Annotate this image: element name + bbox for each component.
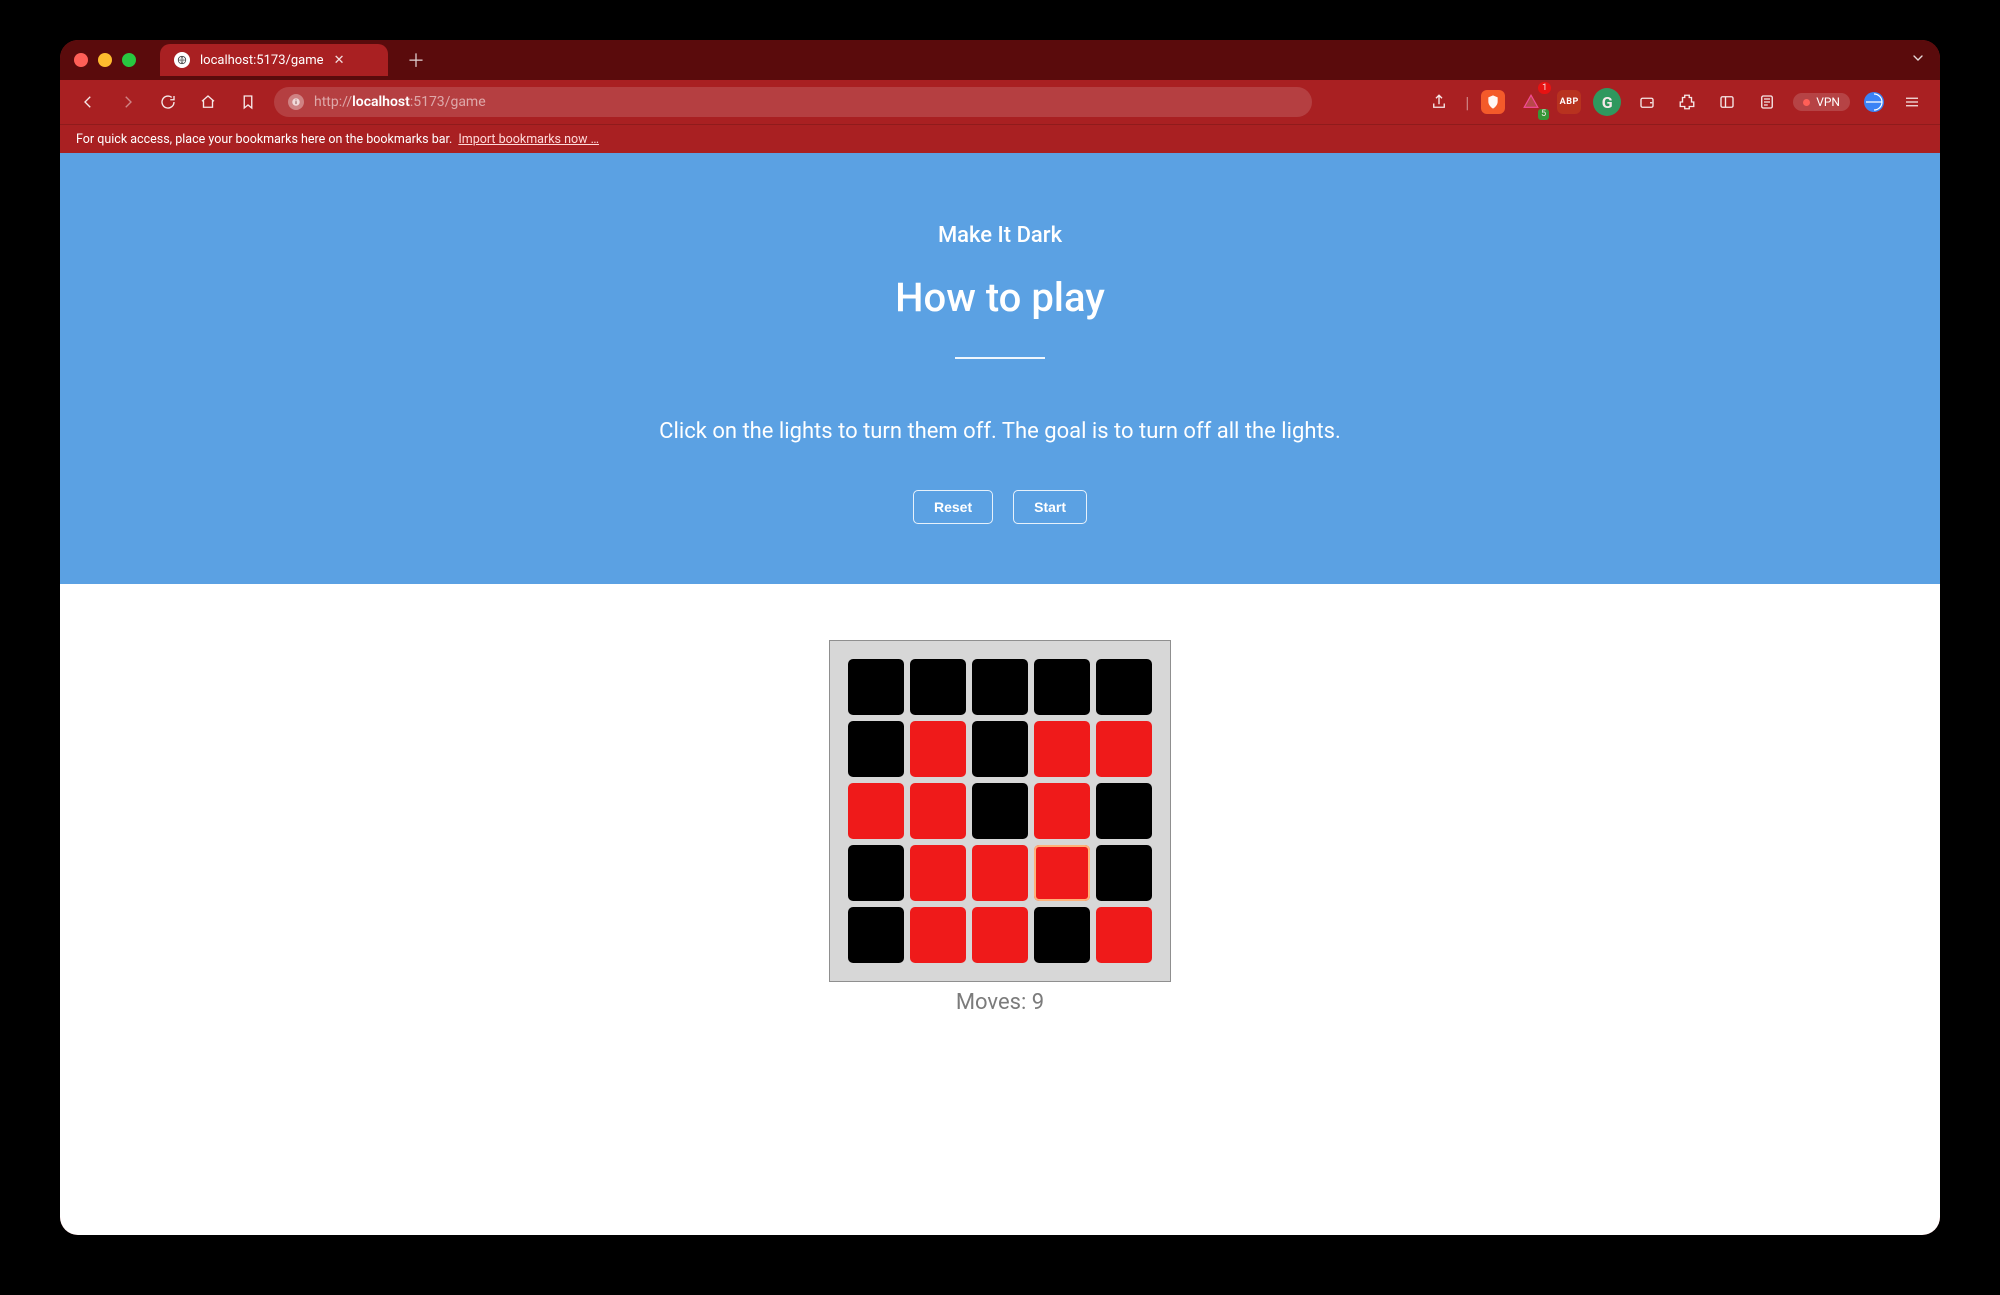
- cell-0-3[interactable]: [1034, 659, 1090, 715]
- forward-button[interactable]: [114, 88, 142, 116]
- minimize-window-button[interactable]: [98, 53, 112, 67]
- cell-4-3[interactable]: [1034, 907, 1090, 963]
- extension-grammarly-icon[interactable]: G: [1593, 88, 1621, 116]
- game-title: Make It Dark: [80, 223, 1920, 248]
- tabs-overflow-button[interactable]: [1910, 50, 1926, 70]
- url-text: http://localhost:5173/game: [314, 94, 486, 110]
- cell-4-0[interactable]: [848, 907, 904, 963]
- maximize-window-button[interactable]: [122, 53, 136, 67]
- bookmarks-bar: For quick access, place your bookmarks h…: [60, 124, 1940, 153]
- hero-heading: How to play: [80, 274, 1920, 321]
- new-tab-button[interactable]: ＋: [402, 46, 430, 74]
- cell-2-4[interactable]: [1096, 783, 1152, 839]
- extensions-button[interactable]: [1673, 88, 1701, 116]
- rewards-subbadge: 5: [1538, 109, 1549, 120]
- vpn-status-dot: [1803, 99, 1810, 106]
- browser-window: localhost:5173/game ✕ ＋ http://localhost…: [60, 40, 1940, 1235]
- address-bar[interactable]: http://localhost:5173/game: [274, 87, 1312, 117]
- vpn-pill[interactable]: VPN: [1793, 93, 1850, 111]
- cell-2-2[interactable]: [972, 783, 1028, 839]
- share-button[interactable]: [1425, 88, 1453, 116]
- hero-buttons: Reset Start: [80, 490, 1920, 524]
- close-tab-button[interactable]: ✕: [334, 53, 345, 68]
- cell-4-4[interactable]: [1096, 907, 1152, 963]
- cell-4-2[interactable]: [972, 907, 1028, 963]
- browser-tab[interactable]: localhost:5173/game ✕: [160, 44, 388, 76]
- import-bookmarks-link[interactable]: Import bookmarks now …: [458, 132, 599, 147]
- cell-1-0[interactable]: [848, 721, 904, 777]
- browser-toolbar: http://localhost:5173/game | 5 ABP G VPN: [60, 80, 1940, 124]
- game-board: [829, 640, 1171, 982]
- brave-rewards-icon[interactable]: 5: [1517, 88, 1545, 116]
- titlebar: localhost:5173/game ✕ ＋: [60, 40, 1940, 80]
- window-controls: [74, 53, 136, 67]
- home-button[interactable]: [194, 88, 222, 116]
- site-info-icon[interactable]: [288, 94, 304, 110]
- hero: Make It Dark How to play Click on the li…: [60, 153, 1940, 584]
- cell-3-1[interactable]: [910, 845, 966, 901]
- bookmark-button[interactable]: [234, 88, 262, 116]
- reader-button[interactable]: [1753, 88, 1781, 116]
- hero-divider: [955, 357, 1045, 359]
- hero-instructions: Click on the lights to turn them off. Th…: [80, 419, 1920, 444]
- cell-1-2[interactable]: [972, 721, 1028, 777]
- cell-3-4[interactable]: [1096, 845, 1152, 901]
- cell-2-1[interactable]: [910, 783, 966, 839]
- cell-1-3[interactable]: [1034, 721, 1090, 777]
- extension-abp-icon[interactable]: ABP: [1557, 90, 1581, 114]
- cell-3-3[interactable]: [1034, 845, 1090, 901]
- vpn-label: VPN: [1816, 95, 1840, 109]
- profile-button[interactable]: [1862, 90, 1886, 114]
- close-window-button[interactable]: [74, 53, 88, 67]
- tab-title: localhost:5173/game: [200, 53, 324, 68]
- cell-0-1[interactable]: [910, 659, 966, 715]
- menu-button[interactable]: [1898, 88, 1926, 116]
- cell-3-0[interactable]: [848, 845, 904, 901]
- page-content: Make It Dark How to play Click on the li…: [60, 153, 1940, 1235]
- cell-0-4[interactable]: [1096, 659, 1152, 715]
- bookmarks-hint: For quick access, place your bookmarks h…: [76, 132, 452, 147]
- brave-wallet-icon[interactable]: [1633, 88, 1661, 116]
- sidepanel-button[interactable]: [1713, 88, 1741, 116]
- cell-2-3[interactable]: [1034, 783, 1090, 839]
- cell-0-2[interactable]: [972, 659, 1028, 715]
- toolbar-separator: |: [1465, 93, 1469, 112]
- cell-1-1[interactable]: [910, 721, 966, 777]
- back-button[interactable]: [74, 88, 102, 116]
- cell-2-0[interactable]: [848, 783, 904, 839]
- tab-favicon: [174, 52, 190, 68]
- start-button[interactable]: Start: [1013, 490, 1087, 524]
- cell-1-4[interactable]: [1096, 721, 1152, 777]
- toolbar-right-cluster: | 5 ABP G VPN: [1425, 88, 1926, 116]
- brave-shields-icon[interactable]: [1481, 90, 1505, 114]
- cell-3-2[interactable]: [972, 845, 1028, 901]
- reset-button[interactable]: Reset: [913, 490, 993, 524]
- cell-0-0[interactable]: [848, 659, 904, 715]
- reload-button[interactable]: [154, 88, 182, 116]
- cell-4-1[interactable]: [910, 907, 966, 963]
- moves-counter: Moves: 9: [956, 990, 1044, 1015]
- board-section: Moves: 9: [60, 584, 1940, 1055]
